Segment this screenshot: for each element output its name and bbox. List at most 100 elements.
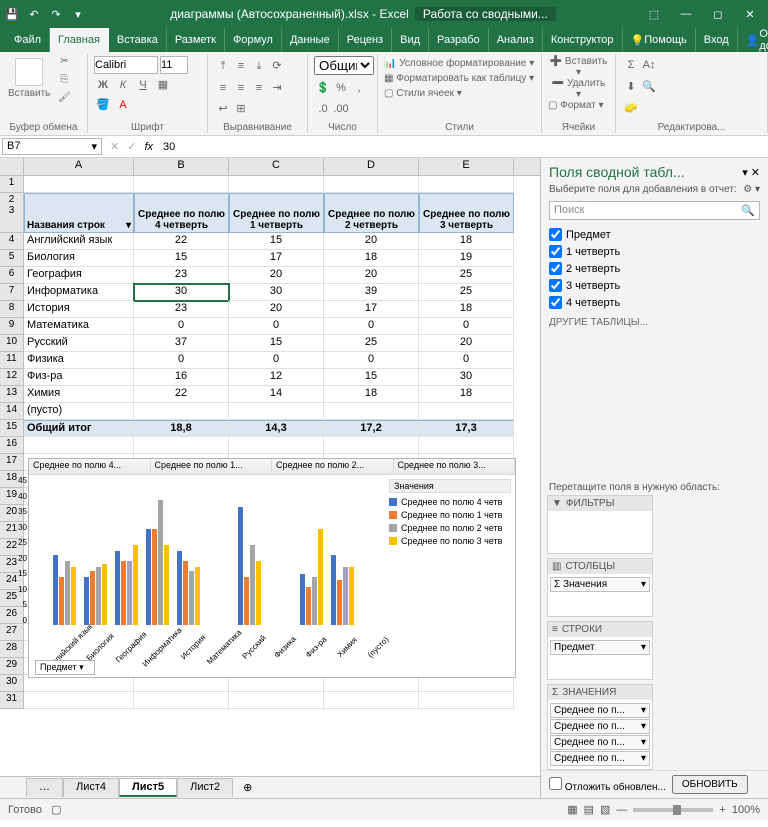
row-header[interactable]: 8 (0, 301, 24, 318)
cell[interactable]: 0 (324, 318, 419, 335)
update-button[interactable]: ОБНОВИТЬ (672, 775, 748, 794)
font-name-input[interactable] (94, 56, 158, 74)
cell[interactable]: 30 (229, 284, 324, 301)
align-middle-icon[interactable]: ≡ (232, 57, 250, 75)
cell[interactable]: 25 (419, 284, 514, 301)
cell[interactable] (24, 692, 134, 709)
fill-icon[interactable]: ⬇ (622, 77, 640, 95)
sheet-tab[interactable]: Лист5 (119, 778, 177, 797)
align-left-icon[interactable]: ≡ (214, 79, 232, 97)
cell[interactable]: 39 (324, 284, 419, 301)
cell[interactable]: 15 (134, 250, 229, 267)
cell[interactable] (419, 692, 514, 709)
macro-record-icon[interactable]: ▢ (51, 804, 61, 816)
field-search-input[interactable]: Поиск 🔍 (549, 201, 760, 220)
column-header[interactable]: D (324, 158, 419, 175)
ribbon-options-icon[interactable]: ⬚ (640, 2, 668, 26)
cell[interactable]: 14 (229, 386, 324, 403)
filters-area[interactable]: ▼ ФИЛЬТРЫ (547, 495, 653, 554)
cell[interactable]: (пусто) (24, 403, 134, 420)
cell[interactable]: 0 (324, 352, 419, 369)
row-header[interactable]: 30 (0, 675, 24, 692)
cell[interactable] (134, 403, 229, 420)
cell[interactable]: Физика (24, 352, 134, 369)
cancel-formula-icon[interactable]: ✕ (110, 140, 119, 153)
row-header[interactable]: 6 (0, 267, 24, 284)
cell[interactable] (419, 176, 514, 193)
close-icon[interactable]: ✕ (736, 2, 764, 26)
column-header[interactable]: E (419, 158, 514, 175)
copy-icon[interactable]: ⎘ (56, 74, 72, 90)
cell[interactable]: 22 (134, 386, 229, 403)
area-field-item[interactable]: Σ Значения▾ (550, 577, 650, 592)
column-header[interactable]: A (24, 158, 134, 175)
menu-tab-Разметк[interactable]: Разметк (167, 28, 225, 52)
cell[interactable]: 20 (419, 335, 514, 352)
increase-decimal-icon[interactable]: .0 (314, 100, 332, 118)
cell[interactable]: Физ-ра (24, 369, 134, 386)
delete-cells-button[interactable]: ➖ Удалить ▾ (548, 78, 609, 100)
sheet-tab[interactable]: Лист2 (177, 778, 233, 797)
menu-tab-Вставка[interactable]: Вставка (109, 28, 167, 52)
zoom-out-icon[interactable]: — (616, 804, 627, 816)
cell[interactable]: 18,8 (134, 420, 229, 437)
format-cells-button[interactable]: ▢ Формат ▾ (548, 100, 604, 111)
menu-tab-Анализ[interactable]: Анализ (489, 28, 543, 52)
cell[interactable] (134, 176, 229, 193)
cell[interactable]: Общий итог (24, 420, 134, 437)
cell[interactable]: Биология (24, 250, 134, 267)
cell[interactable]: 17 (324, 301, 419, 318)
contextual-tab-label[interactable]: Работа со сводными... (415, 7, 556, 21)
view-pagebreak-icon[interactable]: ▧ (600, 803, 610, 816)
name-box[interactable]: B7▾ (2, 138, 102, 155)
align-center-icon[interactable]: ≡ (232, 79, 250, 97)
cell[interactable] (134, 437, 229, 454)
cell[interactable]: Математика (24, 318, 134, 335)
task-pane-close-icon[interactable]: ▾ ✕ (742, 166, 760, 179)
cell[interactable]: История (24, 301, 134, 318)
row-header[interactable]: 4 (0, 233, 24, 250)
format-as-table-button[interactable]: ▦ Форматировать как таблицу ▾ (384, 71, 534, 86)
cell[interactable]: 20 (324, 267, 419, 284)
cell[interactable] (419, 437, 514, 454)
cell[interactable] (324, 403, 419, 420)
field-checkbox[interactable]: Предмет (549, 226, 760, 243)
cell[interactable]: 16 (134, 369, 229, 386)
cell[interactable]: 17,2 (324, 420, 419, 437)
cell[interactable]: 23 (134, 267, 229, 284)
field-checkbox[interactable]: 3 четверть (549, 277, 760, 294)
row-header[interactable]: 13 (0, 386, 24, 403)
cell[interactable]: 23 (134, 301, 229, 318)
row-header[interactable]: 11 (0, 352, 24, 369)
cell[interactable]: 18 (419, 301, 514, 318)
menu-tab-Файл[interactable]: Файл (6, 28, 50, 52)
area-field-item[interactable]: Среднее по п...▾ (550, 719, 650, 734)
zoom-in-icon[interactable]: + (719, 804, 725, 816)
menu-tab-Конструктор[interactable]: Конструктор (543, 28, 623, 52)
sheet-tab[interactable]: Лист4 (63, 778, 119, 797)
cell[interactable]: 0 (229, 352, 324, 369)
worksheet-grid[interactable]: ABCDE 123Названия строк▾Среднее по полю … (0, 158, 540, 798)
menu-tab-Реценз[interactable]: Реценз (339, 28, 392, 52)
fill-color-button[interactable]: 🪣 (94, 96, 112, 114)
menu-tab-Формул[interactable]: Формул (225, 28, 282, 52)
insert-cells-button[interactable]: ➕ Вставить ▾ (548, 56, 609, 78)
save-icon[interactable]: 💾 (4, 6, 20, 22)
field-checkbox[interactable]: 1 четверть (549, 243, 760, 260)
align-bottom-icon[interactable]: ⤓ (250, 57, 268, 75)
enter-formula-icon[interactable]: ✓ (127, 140, 136, 153)
align-top-icon[interactable]: ⤒ (214, 57, 232, 75)
row-header[interactable]: 15 (0, 420, 24, 437)
cell[interactable]: 15 (229, 335, 324, 352)
field-checkbox[interactable]: 2 четверть (549, 260, 760, 277)
cut-icon[interactable]: ✂ (56, 56, 72, 72)
select-all-corner[interactable] (0, 158, 24, 175)
cell[interactable] (419, 403, 514, 420)
find-icon[interactable]: 🔍 (640, 77, 658, 95)
cell-styles-button[interactable]: ▢ Стили ячеек ▾ (384, 86, 462, 101)
font-size-input[interactable] (160, 56, 188, 74)
number-format-select[interactable]: Общий (314, 56, 374, 75)
currency-icon[interactable]: 💲 (314, 78, 332, 96)
fx-icon[interactable]: fx (144, 141, 153, 153)
row-header[interactable]: 12 (0, 369, 24, 386)
